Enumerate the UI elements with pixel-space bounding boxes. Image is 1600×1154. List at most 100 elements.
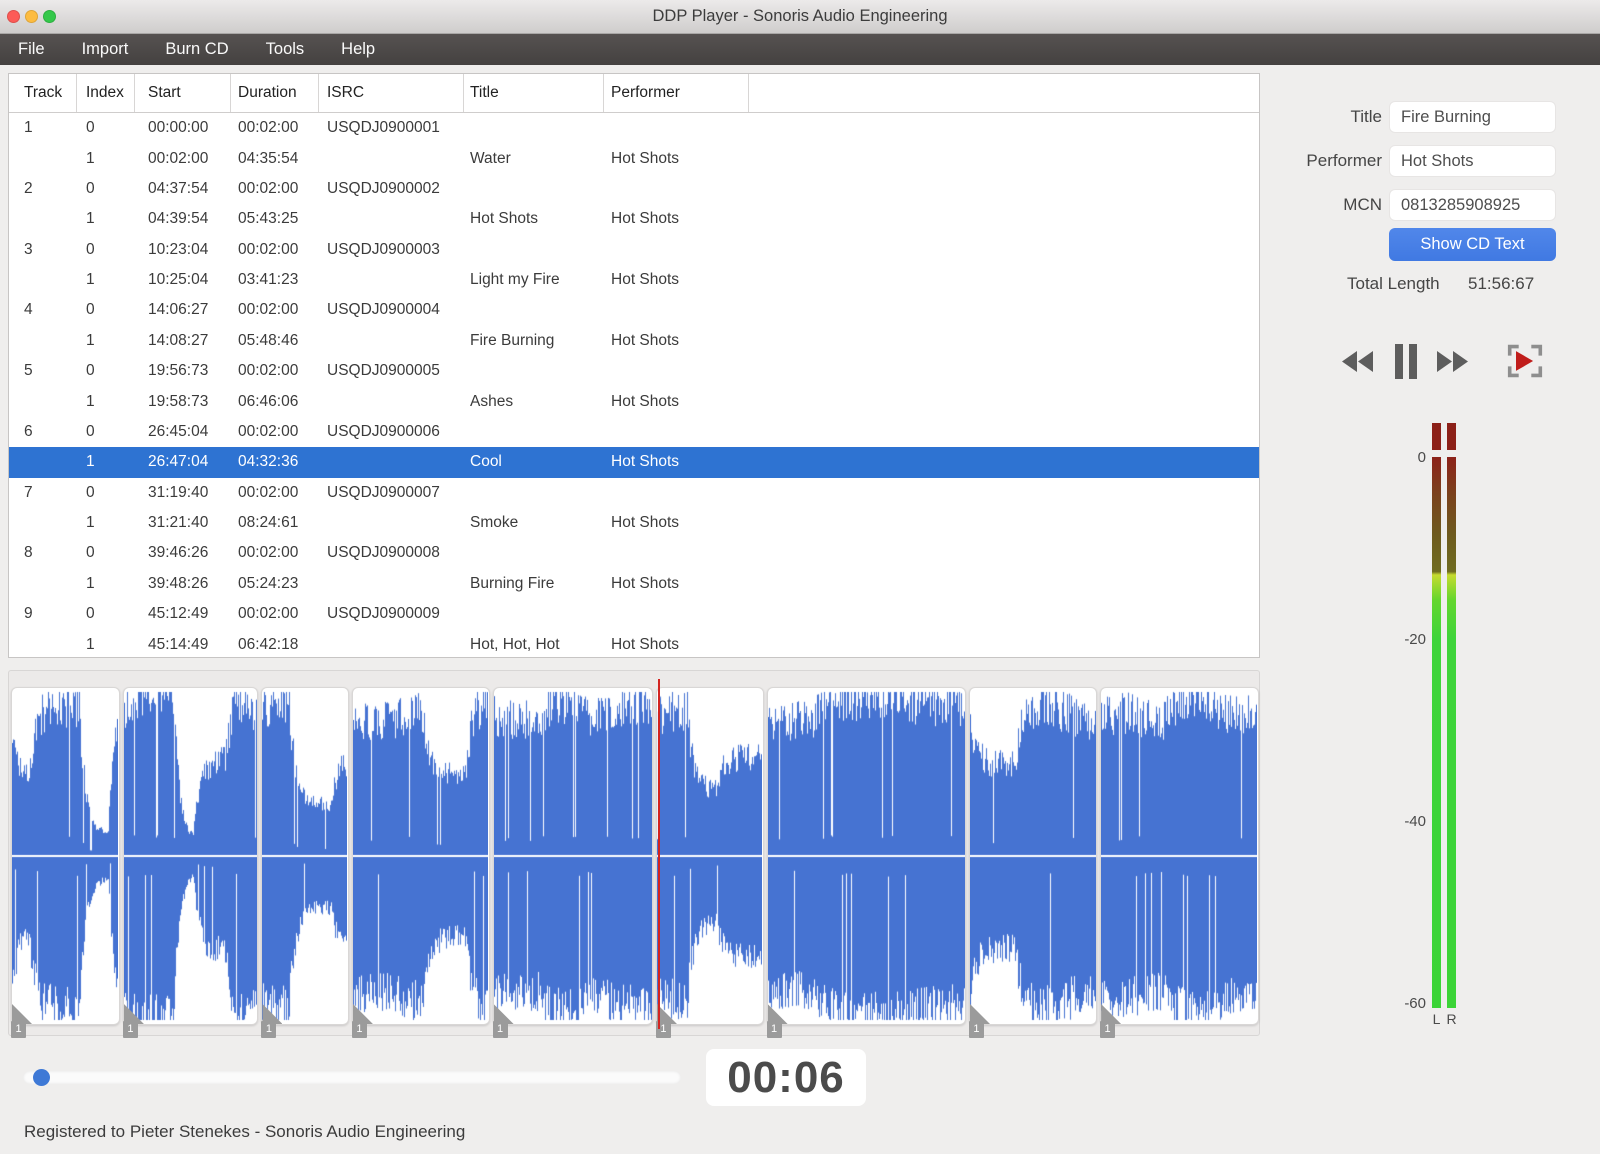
waveform-panel[interactable]: 111111111 — [8, 670, 1260, 1038]
seek-slider-track[interactable] — [23, 1071, 681, 1084]
waveform-track-2[interactable]: 1 — [122, 687, 259, 1038]
registration-status: Registered to Pieter Stenekes - Sonoris … — [24, 1122, 466, 1141]
column-header-performer[interactable]: Performer — [604, 74, 749, 112]
waveform-track-6[interactable]: 1 — [655, 687, 764, 1038]
column-header-start[interactable]: Start — [135, 74, 231, 112]
cell-start: 14:06:27 — [148, 301, 209, 319]
pause-icon — [1395, 344, 1417, 379]
cell-title: Hot, Hot, Hot — [470, 635, 560, 653]
play-to-marker-button[interactable] — [1506, 343, 1544, 384]
cell-performer: Hot Shots — [611, 210, 680, 228]
cell-title: Hot Shots — [470, 210, 539, 228]
table-row[interactable]: 1 19:58:73 06:46:06 Ashes Hot Shots — [9, 386, 1259, 416]
cell-start: 10:23:04 — [148, 240, 209, 258]
table-row[interactable]: 1 04:39:54 05:43:25 Hot Shots Hot Shots — [9, 204, 1259, 234]
cell-performer: Hot Shots — [611, 574, 680, 592]
show-cd-text-button[interactable]: Show CD Text — [1389, 228, 1556, 261]
cell-index: 0 — [86, 483, 95, 501]
waveform-track-3[interactable]: 1 — [261, 687, 349, 1038]
table-row[interactable]: 1 0 00:00:00 00:02:00 USQDJ0900001 — [9, 113, 1259, 143]
cell-track: 7 — [24, 483, 33, 501]
cell-isrc: USQDJ0900005 — [327, 362, 440, 380]
seek-slider[interactable] — [23, 1069, 681, 1086]
cd-performer-input[interactable] — [1389, 145, 1556, 177]
cell-index: 0 — [86, 605, 95, 623]
cell-start: 31:19:40 — [148, 483, 209, 501]
cell-index: 0 — [86, 301, 95, 319]
cell-duration: 00:02:00 — [238, 119, 299, 137]
column-header-title[interactable]: Title — [464, 74, 604, 112]
table-row[interactable]: 3 0 10:23:04 00:02:00 USQDJ0900003 — [9, 235, 1259, 265]
index-marker: 1 — [122, 1021, 138, 1038]
waveform-track-5[interactable]: 1 — [492, 687, 653, 1038]
clip-indicator-right — [1447, 423, 1456, 450]
app-window: DDP Player - Sonoris Audio Engineering F… — [0, 0, 1600, 1154]
table-row[interactable]: 1 39:48:26 05:24:23 Burning Fire Hot Shots — [9, 569, 1259, 599]
cell-index: 0 — [86, 362, 95, 380]
cell-index: 1 — [86, 210, 95, 228]
pause-button[interactable] — [1395, 344, 1417, 384]
table-row[interactable]: 1 10:25:04 03:41:23 Light my Fire Hot Shots — [9, 265, 1259, 295]
total-length-value: 51:56:67 — [1468, 274, 1535, 293]
cell-start: 19:56:73 — [148, 362, 209, 380]
waveform-canvas — [767, 688, 965, 1024]
column-header-duration[interactable]: Duration — [231, 74, 319, 112]
waveform-track-cards: 111111111 — [11, 687, 1259, 1038]
waveform-track-1[interactable]: 1 — [11, 687, 120, 1038]
waveform-track-9[interactable]: 1 — [1100, 687, 1259, 1038]
table-row-selected[interactable]: 1 26:47:04 04:32:36 Cool Hot Shots — [9, 447, 1259, 478]
cell-index: 0 — [86, 544, 95, 562]
cell-start: 26:47:04 — [148, 453, 209, 471]
column-header-track[interactable]: Track — [9, 74, 77, 112]
cell-title: Light my Fire — [470, 271, 560, 289]
menu-import[interactable]: Import — [82, 40, 129, 59]
waveform-track-7[interactable]: 1 — [766, 687, 966, 1038]
menu-help[interactable]: Help — [341, 40, 375, 59]
rewind-button[interactable] — [1342, 351, 1373, 377]
table-row[interactable]: 1 00:02:00 04:35:54 Water Hot Shots — [9, 143, 1259, 173]
waveform-canvas — [12, 688, 118, 1024]
cd-title-input[interactable] — [1389, 101, 1556, 133]
cell-index: 0 — [86, 422, 95, 440]
level-meter: 0 -20 -40 -60 L R — [1386, 423, 1476, 1028]
waveform-track-4[interactable]: 1 — [351, 687, 490, 1038]
table-row[interactable]: 7 0 31:19:40 00:02:00 USQDJ0900007 — [9, 478, 1259, 508]
column-header-isrc[interactable]: ISRC — [319, 74, 464, 112]
waveform-track-8[interactable]: 1 — [968, 687, 1098, 1038]
table-row[interactable]: 2 0 04:37:54 00:02:00 USQDJ0900002 — [9, 174, 1259, 204]
total-length-label: Total Length — [1347, 274, 1440, 293]
table-row[interactable]: 5 0 19:56:73 00:02:00 USQDJ0900005 — [9, 356, 1259, 386]
table-row[interactable]: 9 0 45:12:49 00:02:00 USQDJ0900009 — [9, 599, 1259, 629]
cell-title: Ashes — [470, 392, 514, 410]
cell-start: 31:21:40 — [148, 514, 209, 532]
waveform-canvas — [656, 688, 762, 1024]
cell-title: Smoke — [470, 514, 519, 532]
table-row[interactable]: 8 0 39:46:26 00:02:00 USQDJ0900008 — [9, 538, 1259, 568]
cell-isrc: USQDJ0900008 — [327, 544, 440, 562]
table-row[interactable]: 1 14:08:27 05:48:46 Fire Burning Hot Shots — [9, 326, 1259, 356]
window-title: DDP Player - Sonoris Audio Engineering — [652, 7, 948, 25]
table-row[interactable]: 6 0 26:45:04 00:02:00 USQDJ0900006 — [9, 417, 1259, 447]
seek-slider-thumb[interactable] — [33, 1069, 50, 1086]
table-row[interactable]: 4 0 14:06:27 00:02:00 USQDJ0900004 — [9, 295, 1259, 325]
track-list-panel: Track Index Start Duration ISRC Title Performe… — [8, 73, 1260, 658]
cell-performer: Hot Shots — [611, 453, 680, 471]
column-header-index[interactable]: Index — [77, 74, 135, 112]
table-row[interactable]: 1 31:21:40 08:24:61 Smoke Hot Shots — [9, 508, 1259, 538]
fast-forward-button[interactable] — [1437, 351, 1468, 377]
meter-channel-label-r: R — [1446, 1011, 1457, 1027]
cell-index: 0 — [86, 179, 95, 197]
cell-duration: 00:02:00 — [238, 362, 299, 380]
cell-track: 2 — [24, 179, 33, 197]
cd-mcn-input[interactable] — [1389, 189, 1556, 221]
menu-file[interactable]: File — [18, 40, 45, 59]
waveform-canvas — [123, 688, 257, 1024]
table-row[interactable]: 1 45:14:49 06:42:18 Hot, Hot, Hot Hot Shots — [9, 629, 1259, 659]
cell-duration: 04:35:54 — [238, 149, 299, 167]
menu-burn-cd[interactable]: Burn CD — [165, 40, 228, 59]
cell-track: 4 — [24, 301, 33, 319]
cell-index: 1 — [86, 149, 95, 167]
cell-duration: 03:41:23 — [238, 271, 299, 289]
menu-tools[interactable]: Tools — [266, 40, 305, 59]
cell-duration: 05:43:25 — [238, 210, 299, 228]
